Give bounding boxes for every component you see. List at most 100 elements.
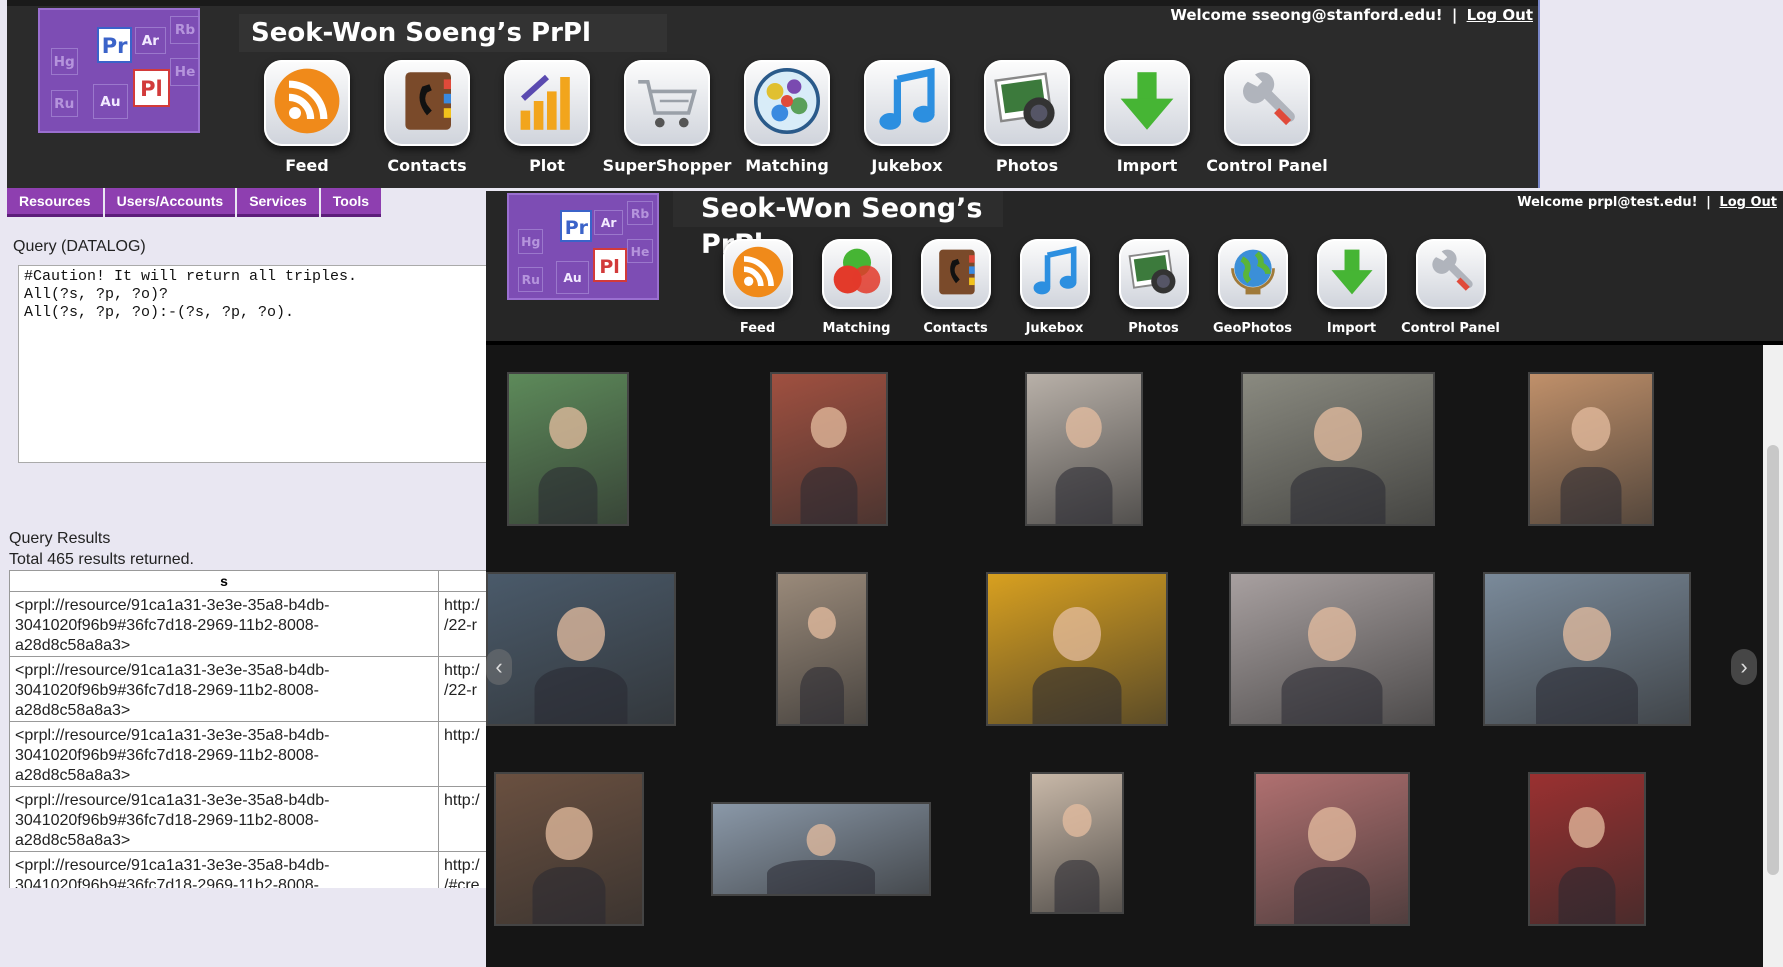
logo-element-pl: Pl bbox=[132, 68, 171, 107]
photo-man-portrait[interactable] bbox=[1530, 374, 1652, 524]
front-header: Hg PrArRb PlHe Ru Au Seok-Won Seong’s PrPl W… bbox=[486, 191, 1783, 345]
photo-camera-icon bbox=[991, 65, 1063, 142]
scrollbar-thumb[interactable] bbox=[1767, 445, 1779, 875]
logout-link[interactable]: Log Out bbox=[1467, 6, 1533, 24]
table-row: <prpl://resource/91ca1a31-3e3e-35a8-b4db… bbox=[9, 721, 498, 787]
person-body-icon bbox=[1032, 667, 1122, 724]
logo-element-ar: Ar bbox=[134, 26, 167, 55]
download-arrow-icon bbox=[1324, 244, 1380, 305]
logo-element-hg: Hg bbox=[518, 229, 544, 254]
table-row: <prpl://resource/91ca1a31-3e3e-35a8-b4db… bbox=[9, 656, 498, 722]
prpl-logo[interactable]: Hg Pr Ar Rb Pl He Ru Au bbox=[38, 8, 200, 133]
app-plot-button[interactable]: Plot bbox=[487, 60, 607, 175]
welcome-text: Welcome sseong@stanford.edu! bbox=[1170, 6, 1443, 24]
person-body-icon bbox=[767, 859, 875, 894]
wrench-icon bbox=[1231, 65, 1303, 142]
app-supershopper-button[interactable]: SuperShopper bbox=[603, 60, 731, 175]
app-feed-button[interactable]: Feed bbox=[247, 60, 367, 175]
photo-mask[interactable] bbox=[496, 774, 642, 924]
person-body-icon bbox=[1536, 667, 1638, 724]
person-silhouette-icon bbox=[1308, 807, 1356, 861]
next-arrow-icon[interactable]: › bbox=[1731, 649, 1757, 685]
app-control-panel-button[interactable]: Control Panel bbox=[1401, 239, 1500, 336]
welcome-bar: Welcome prpl@test.edu! | Log Out bbox=[1517, 195, 1777, 210]
tab-users-accounts[interactable]: Users/Accounts bbox=[104, 188, 236, 217]
person-silhouette-icon bbox=[545, 807, 593, 860]
results-table-container[interactable]: s <prpl://resource/91ca1a31-3e3e-35a8-b4… bbox=[7, 570, 502, 888]
app-photos-button[interactable]: Photos bbox=[1104, 239, 1203, 336]
app-jukebox-label: Jukebox bbox=[871, 156, 943, 175]
separator: | bbox=[1706, 195, 1711, 210]
tab-services[interactable]: Services bbox=[237, 188, 319, 217]
person-silhouette-icon bbox=[1571, 407, 1611, 451]
prpl-logo[interactable]: Hg Pr Ar Rb Pl He Ru Au bbox=[507, 193, 659, 300]
photo-man-plaza[interactable] bbox=[1485, 574, 1689, 724]
photo-mountains[interactable] bbox=[713, 804, 929, 894]
app-import-button[interactable]: Import bbox=[1087, 60, 1207, 175]
photo-mustache[interactable] bbox=[1530, 774, 1644, 924]
photo-camera-icon bbox=[1126, 244, 1182, 305]
person-body-icon bbox=[532, 867, 606, 924]
app-matching-button[interactable]: Matching bbox=[727, 60, 847, 175]
results-label: Query Results bbox=[9, 530, 111, 547]
app-import-label: Import bbox=[1116, 156, 1178, 175]
matching-circles-icon bbox=[829, 244, 885, 305]
app-control-panel-label: Control Panel bbox=[1401, 321, 1500, 336]
welcome-text: Welcome prpl@test.edu! bbox=[1517, 195, 1698, 210]
app-feed-label: Feed bbox=[285, 156, 329, 175]
photo-golden-gate[interactable] bbox=[772, 374, 886, 524]
person-silhouette-icon bbox=[549, 407, 587, 450]
cell-subject: <prpl://resource/91ca1a31-3e3e-35a8-b4db… bbox=[9, 721, 439, 787]
tab-resources[interactable]: Resources bbox=[7, 188, 103, 217]
app-matching-button[interactable]: Matching bbox=[807, 239, 906, 336]
nav-tabs: Resources Users/Accounts Services Tools bbox=[7, 188, 383, 217]
app-geophotos-label: GeoPhotos bbox=[1212, 321, 1292, 336]
query-textarea[interactable]: #Caution! It will return all triples. Al… bbox=[18, 265, 498, 463]
app-contacts-label: Contacts bbox=[923, 321, 988, 336]
person-body-icon bbox=[1294, 867, 1370, 924]
app-control-panel-button[interactable]: Control Panel bbox=[1206, 60, 1328, 175]
person-body-icon bbox=[1281, 667, 1383, 724]
bar-chart-icon bbox=[511, 65, 583, 142]
rss-icon bbox=[271, 65, 343, 142]
photo-eiffel[interactable] bbox=[1027, 374, 1141, 524]
logo-element-au: Au bbox=[556, 261, 589, 294]
person-body-icon bbox=[534, 667, 628, 724]
app-contacts-button[interactable]: Contacts bbox=[906, 239, 1005, 336]
photo-two-men[interactable] bbox=[1032, 774, 1122, 912]
person-body-icon bbox=[1290, 467, 1386, 524]
app-jukebox-button[interactable]: Jukebox bbox=[847, 60, 967, 175]
app-matching-label: Matching bbox=[822, 321, 891, 336]
photo-man-street[interactable] bbox=[778, 574, 866, 724]
music-note-icon bbox=[871, 65, 943, 142]
app-photos-label: Photos bbox=[1128, 321, 1179, 336]
app-icon-bar: Feed Matching Contacts Jukebox Photos GeoPhot… bbox=[708, 239, 1500, 336]
photo-man-dog[interactable] bbox=[1231, 574, 1433, 724]
app-jukebox-label: Jukebox bbox=[1025, 321, 1084, 336]
photo-woman-arcade[interactable] bbox=[488, 574, 674, 724]
prev-arrow-icon[interactable]: ‹ bbox=[486, 649, 512, 685]
person-silhouette-icon bbox=[557, 607, 605, 661]
app-import-label: Import bbox=[1326, 321, 1377, 336]
logout-link[interactable]: Log Out bbox=[1719, 195, 1777, 210]
person-body-icon bbox=[800, 667, 844, 724]
app-contacts-button[interactable]: Contacts bbox=[367, 60, 487, 175]
photo-party[interactable] bbox=[988, 574, 1166, 724]
photo-scientist[interactable] bbox=[509, 374, 627, 524]
app-photos-label: Photos bbox=[995, 156, 1059, 175]
cell-subject: <prpl://resource/91ca1a31-3e3e-35a8-b4db… bbox=[9, 591, 439, 657]
person-silhouette-icon bbox=[1568, 807, 1606, 849]
tab-tools[interactable]: Tools bbox=[320, 188, 382, 217]
app-geophotos-button[interactable]: GeoPhotos bbox=[1203, 239, 1302, 336]
wrench-icon bbox=[1423, 244, 1479, 305]
photo-girl-man[interactable] bbox=[1256, 774, 1408, 924]
app-photos-button[interactable]: Photos bbox=[967, 60, 1087, 175]
logo-element-ru: Ru bbox=[518, 267, 544, 292]
app-jukebox-button[interactable]: Jukebox bbox=[1005, 239, 1104, 336]
app-feed-button[interactable]: Feed bbox=[708, 239, 807, 336]
app-import-button[interactable]: Import bbox=[1302, 239, 1401, 336]
logo-element-au: Au bbox=[92, 83, 129, 120]
photo-woman-sitting[interactable] bbox=[1243, 374, 1433, 524]
scrollbar[interactable] bbox=[1763, 345, 1783, 967]
logo-element-pl: Pl bbox=[592, 248, 627, 283]
